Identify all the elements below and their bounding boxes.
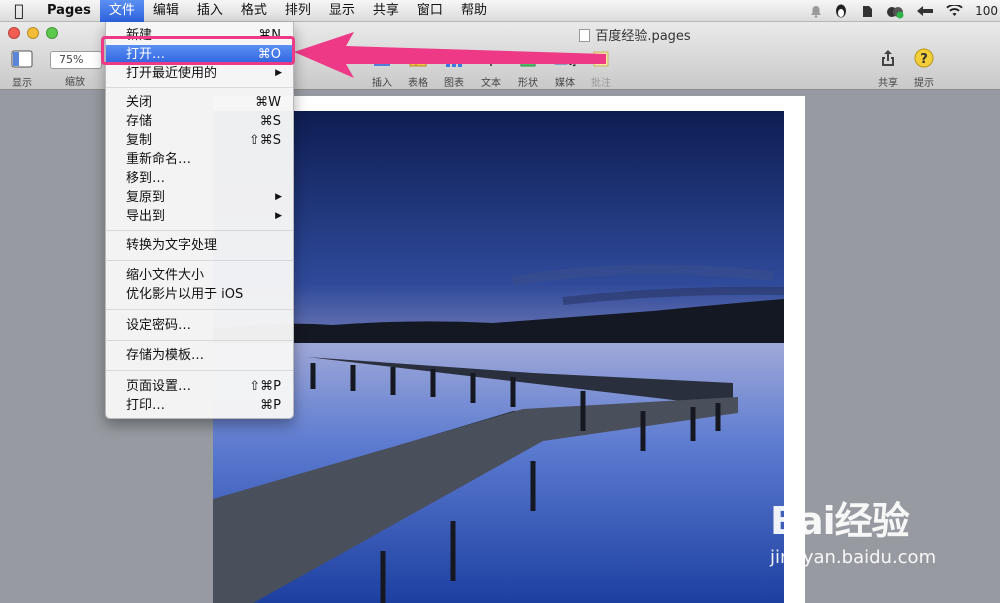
menu-separator [106, 309, 293, 310]
svg-text:?: ? [920, 52, 928, 67]
baidu-watermark: Bai经验 jingyan.baidu.com [770, 490, 936, 568]
menu-format[interactable]: 格式 [232, 0, 276, 22]
submenu-arrow-icon: ▶ [275, 68, 282, 78]
zoom-label: 缩放 [65, 77, 85, 88]
menu-item-rename[interactable]: 重新命名… [106, 150, 293, 169]
menu-item-move-to[interactable]: 移到… [106, 169, 293, 188]
qq-penguin-icon[interactable] [834, 4, 848, 19]
tips-label: 提示 [914, 78, 934, 89]
zoom-select[interactable]: 75% [50, 51, 102, 69]
watermark-url: jingyan.baidu.com [770, 547, 937, 568]
menu-app-name[interactable]: Pages [38, 0, 100, 22]
menu-share[interactable]: 共享 [364, 0, 408, 22]
menu-separator [106, 340, 293, 341]
menu-item-convert-to-word-processing[interactable]: 转换为文字处理 [106, 236, 293, 255]
share-button[interactable]: 共享 [872, 48, 904, 89]
menu-separator [106, 260, 293, 261]
submenu-arrow-icon: ▶ [275, 192, 282, 202]
pier-photo[interactable] [213, 111, 784, 603]
evernote-icon[interactable] [860, 4, 874, 19]
menu-insert[interactable]: 插入 [188, 0, 232, 22]
tips-button[interactable]: ? 提示 [908, 48, 940, 89]
view-icon [6, 50, 38, 71]
menu-window[interactable]: 窗口 [408, 0, 452, 22]
menu-item-open-recent[interactable]: 打开最近使用的 ▶ [106, 64, 293, 83]
menu-edit[interactable]: 编辑 [144, 0, 188, 22]
annotation-highlight-box [101, 36, 295, 65]
view-label: 显示 [12, 78, 32, 89]
watermark-logo: Bai经验 [770, 499, 910, 543]
submenu-arrow-icon: ▶ [275, 211, 282, 221]
menu-item-export-to[interactable]: 导出到 ▶ [106, 207, 293, 226]
menu-arrange[interactable]: 排列 [276, 0, 320, 22]
zoom-control[interactable]: 75% 缩放 [50, 51, 106, 88]
status-tray: 100 [810, 0, 1000, 22]
menu-item-save[interactable]: 存储 ⌘S [106, 112, 293, 131]
annotation-arrow-icon [294, 32, 606, 78]
menu-separator [106, 230, 293, 231]
menu-item-reduce-file-size[interactable]: 缩小文件大小 [106, 266, 293, 285]
view-button[interactable]: 显示 [6, 50, 38, 89]
apple-menu-icon[interactable]:  [0, 1, 38, 20]
menu-separator [106, 370, 293, 371]
menu-file[interactable]: 文件 [99, 0, 144, 22]
share-label: 共享 [878, 78, 898, 89]
menu-view[interactable]: 显示 [320, 0, 364, 22]
sync-status-icon[interactable] [886, 4, 904, 19]
menu-item-save-as-template[interactable]: 存储为模板… [106, 346, 293, 365]
menu-help[interactable]: 帮助 [452, 0, 496, 22]
menu-item-close[interactable]: 关闭 ⌘W [106, 93, 293, 112]
battery-percent[interactable]: 100 [975, 4, 998, 18]
menu-bar:  Pages 文件 编辑 插入 格式 排列 显示 共享 窗口 帮助 100 [0, 0, 1000, 22]
menu-item-page-setup[interactable]: 页面设置… ⇧⌘P [106, 377, 293, 396]
menu-item-optimize-movies-ios[interactable]: 优化影片以用于 iOS [106, 285, 293, 304]
menu-item-revert-to[interactable]: 复原到 ▶ [106, 188, 293, 207]
notification-bell-icon[interactable] [810, 5, 822, 18]
menu-item-print[interactable]: 打印… ⌘P [106, 396, 293, 415]
menu-item-set-password[interactable]: 设定密码… [106, 316, 293, 335]
help-question-icon: ? [908, 48, 940, 71]
file-menu-dropdown: 新建… ⌘N 打开… ⌘O 打开最近使用的 ▶ 关闭 ⌘W 存储 ⌘S 复制 ⇧⌘S 重新命… [105, 22, 294, 419]
app-tray-icon[interactable] [916, 5, 934, 17]
menu-item-duplicate[interactable]: 复制 ⇧⌘S [106, 131, 293, 150]
wifi-icon[interactable] [946, 5, 963, 17]
menu-separator [106, 87, 293, 88]
share-icon [872, 48, 904, 71]
